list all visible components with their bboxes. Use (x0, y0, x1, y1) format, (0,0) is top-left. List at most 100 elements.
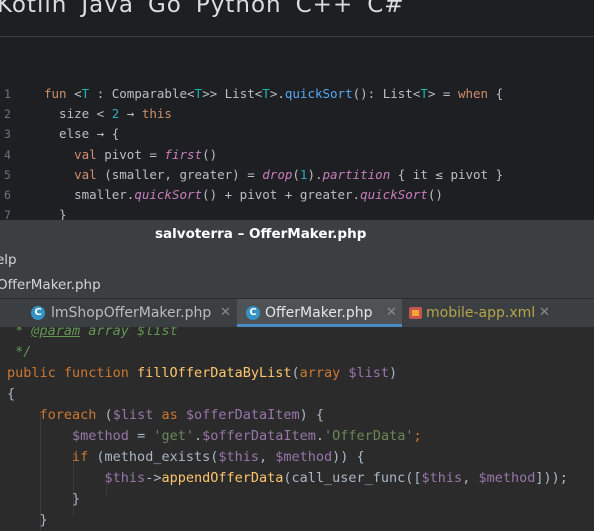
code-token: (): List< (352, 86, 421, 101)
editor-tabs: C lmShopOfferMaker.php ✕ C OfferMaker.ph… (0, 299, 594, 328)
code-token: $this (421, 470, 463, 486)
code-token: T (262, 86, 270, 101)
tab-label: OfferMaker.php (265, 305, 373, 321)
code-token: (method_exists( (96, 449, 219, 465)
code-token: . (315, 428, 325, 444)
code-token: >. (269, 86, 285, 101)
language-go[interactable]: Go (148, 0, 182, 18)
code-line: $method = 'get'.$offerDataItem.'OfferDat… (7, 426, 422, 447)
code-line: if (method_exists($this, $method)) { (7, 447, 365, 468)
code-token: (smaller, greater) = (96, 166, 263, 182)
language-csharp[interactable]: C# (367, 0, 404, 18)
code-token: T (194, 86, 203, 101)
code-token: { (7, 386, 16, 402)
tab-label: lmShopOfferMaker.php (51, 305, 212, 321)
code-token: $method (275, 449, 333, 465)
code-token: pivot = (96, 146, 165, 162)
code-token: } (7, 491, 81, 507)
code-token: () (202, 146, 218, 162)
code-line: */ (7, 342, 31, 363)
code-token: T (420, 86, 428, 101)
code-token: ) { (299, 407, 325, 423)
code-token: as (161, 407, 186, 423)
code-line: 5 val (smaller, greater) = drop(1).parti… (0, 165, 594, 185)
code-token: 'get' (153, 428, 194, 444)
menu-item-help[interactable]: elp (0, 248, 17, 272)
code-token: fillOfferDataByList (137, 365, 292, 381)
code-token: public function (7, 365, 138, 381)
code-token: } (44, 207, 67, 220)
window-titlebar: salvoterra – OfferMaker.php (0, 220, 594, 248)
tab-mobile-app-xml[interactable]: mobile-app.xml ✕ (404, 299, 554, 327)
code-token: if (72, 449, 97, 465)
code-token: { it ≤ pivot } (390, 166, 504, 182)
code-token: $this (104, 470, 146, 486)
code-token: >> List< (202, 86, 263, 101)
code-token: → (119, 106, 142, 122)
code-line: } (7, 510, 48, 531)
code-token: quickSort (360, 186, 428, 202)
language-python[interactable]: Python (196, 0, 282, 18)
language-java[interactable]: Java (81, 0, 134, 18)
close-icon[interactable]: ✕ (220, 299, 231, 327)
code-token: array (299, 365, 349, 381)
code-text: size < 2 → this (44, 104, 172, 124)
code-token: ( (292, 166, 300, 182)
line-number: 4 (4, 147, 11, 162)
language-bar: Kotlin Java Go Python C++ C# (0, 0, 419, 28)
code-text: else → { (44, 124, 119, 144)
line-number: 3 (4, 127, 11, 142)
code-text: val pivot = first() (44, 145, 217, 165)
kotlin-showcase-panel: Kotlin Java Go Python C++ C# 1 fun < T : Compar… (0, 0, 594, 220)
code-line: public function fillOfferDataByList(arra… (7, 363, 397, 384)
code-token: ) (389, 365, 398, 381)
breadcrumb[interactable]: OfferMaker.php (0, 272, 101, 298)
code-token: $list (348, 365, 390, 381)
divider (0, 36, 594, 37)
php-class-icon: C (31, 306, 45, 320)
code-token: < (74, 86, 82, 101)
language-cpp[interactable]: C++ (296, 0, 354, 18)
code-token: $method (478, 470, 536, 486)
code-token: ; (413, 428, 422, 444)
code-token: $list (112, 407, 162, 423)
code-token: quickSort (284, 86, 353, 101)
code-token: size < (44, 106, 112, 122)
php-editor[interactable]: * @param array $list */ public function f… (0, 327, 594, 531)
code-token: else → { (44, 126, 120, 142)
code-text: val (smaller, greater) = drop(1).partiti… (44, 165, 503, 185)
code-token: when (457, 86, 489, 101)
code-token: $offerDataItem (185, 407, 300, 423)
tab-label: mobile-app.xml (426, 305, 536, 321)
code-token: val (74, 146, 97, 162)
language-kotlin[interactable]: Kotlin (0, 0, 67, 18)
code-token: () (427, 186, 443, 202)
close-icon[interactable]: ✕ (386, 299, 397, 327)
xml-file-icon (409, 307, 422, 319)
code-line: 7 } (0, 205, 594, 220)
close-icon[interactable]: ✕ (539, 299, 550, 327)
code-token: partition (322, 166, 391, 182)
code-line: 1 fun <T : Comparable<T>> List<T>.quickSo… (0, 84, 594, 104)
code-token: */ (7, 344, 32, 360)
tab-imshop-offer-maker[interactable]: C lmShopOfferMaker.php ✕ (17, 299, 235, 327)
code-token: ])); (535, 470, 568, 486)
code-token: ( (104, 407, 113, 423)
tab-offer-maker[interactable]: C OfferMaker.php ✕ (237, 299, 402, 327)
code-token: drop (262, 166, 293, 182)
code-line: } (7, 489, 80, 510)
code-text: fun <T : Comparable<T>> List<T>.quickSor… (44, 84, 503, 104)
code-token: ). (307, 166, 323, 182)
kotlin-code-block: 1 fun <T : Comparable<T>> List<T>.quickSo… (0, 84, 594, 220)
code-token: first (164, 146, 203, 162)
php-class-icon: C (246, 306, 260, 320)
code-token: : Comparable< (89, 86, 195, 101)
code-token: (call_user_func([ (283, 470, 422, 486)
code-token: foreach (39, 407, 105, 423)
code-token: * (7, 327, 32, 339)
code-token: . (193, 428, 203, 444)
code-token: = (128, 428, 154, 444)
